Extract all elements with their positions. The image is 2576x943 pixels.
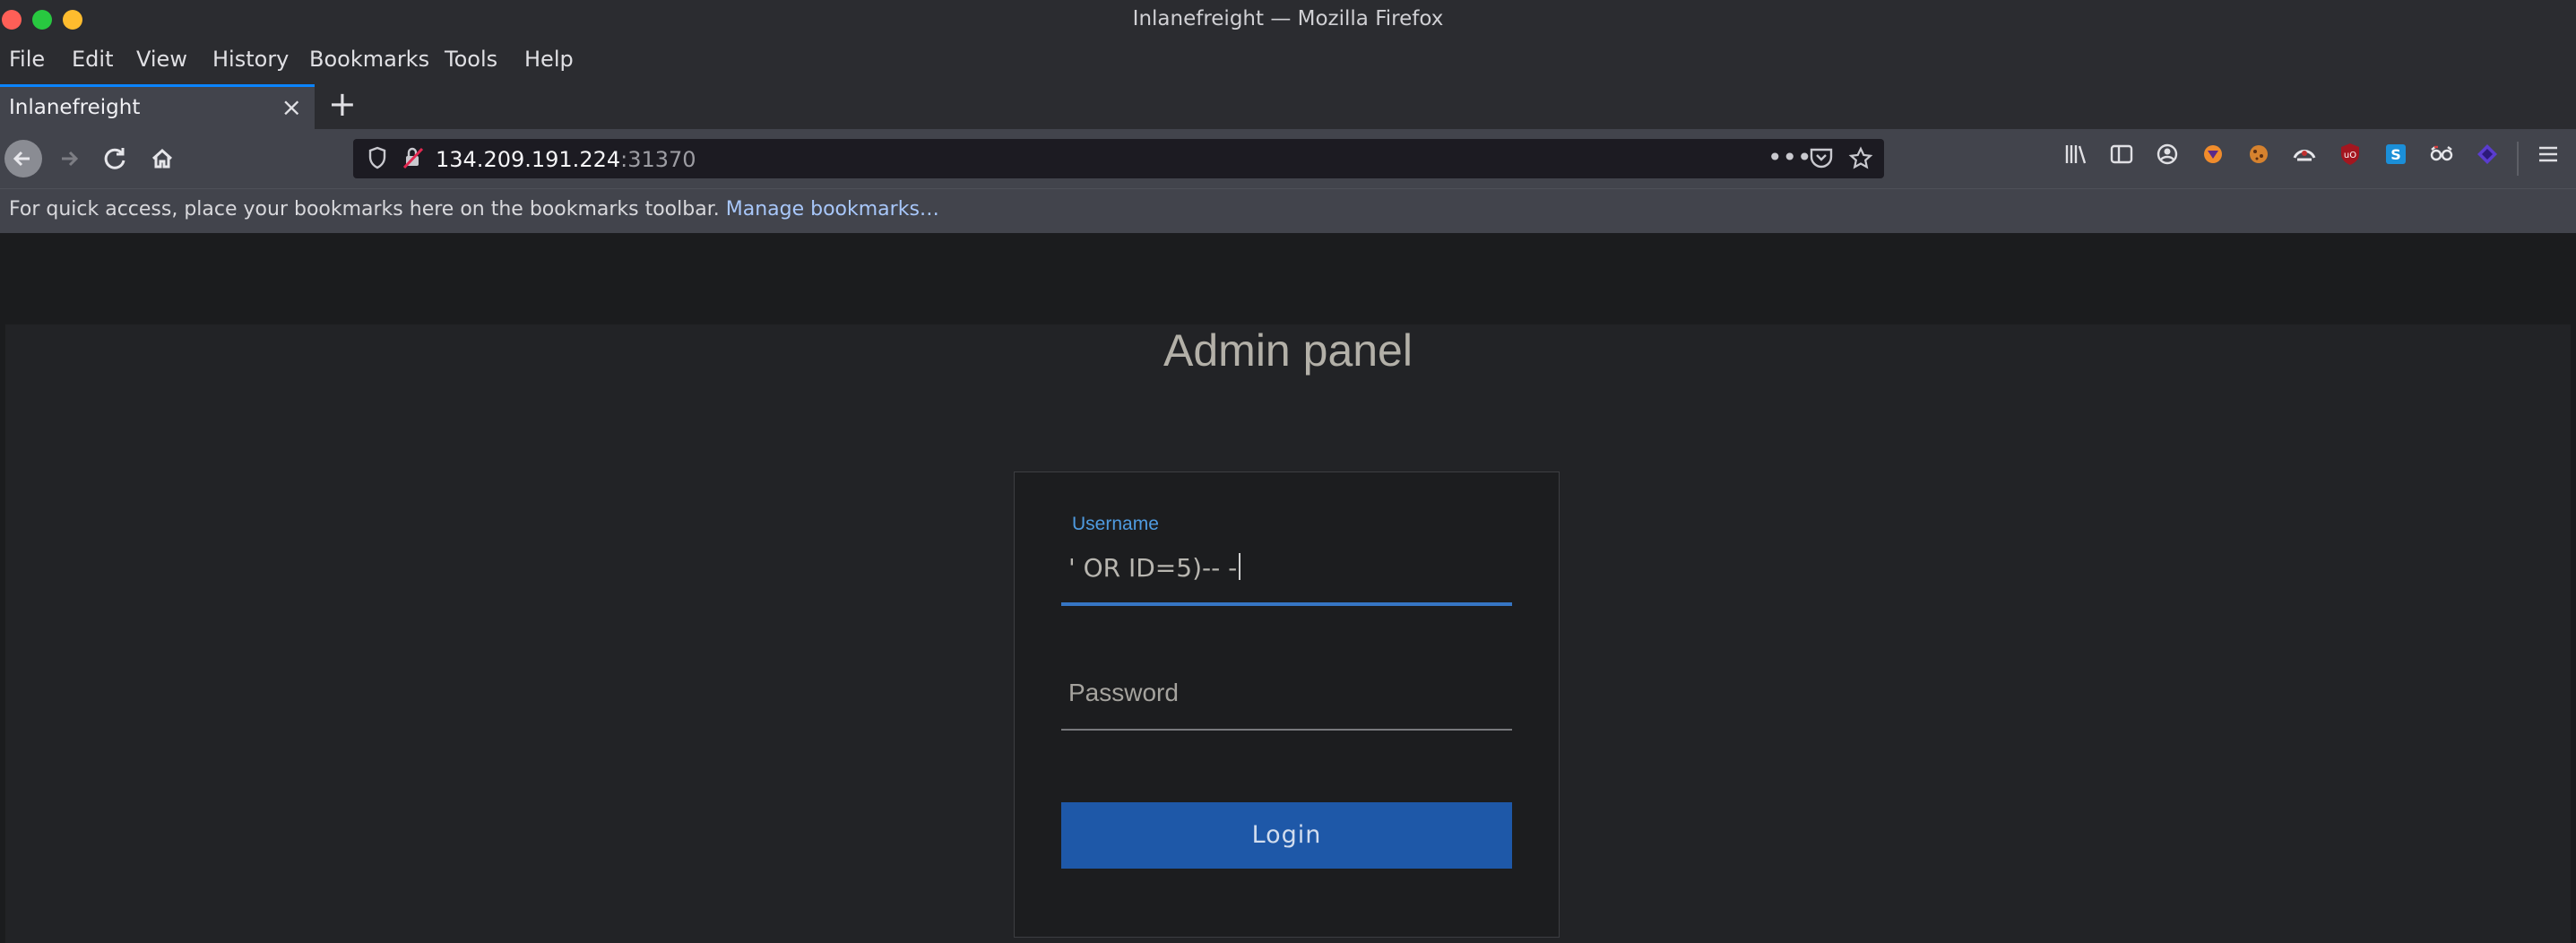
account-icon[interactable] [2152, 142, 2183, 174]
arrow-right-icon [62, 151, 79, 167]
window-titlebar: Inlanefreight — Mozilla Firefox [0, 0, 2576, 41]
tab-label: Inlanefreight [9, 96, 141, 119]
pocket-icon[interactable] [1809, 146, 1834, 175]
insecure-lock-icon[interactable] [402, 146, 425, 175]
back-button[interactable] [4, 140, 42, 177]
menu-help[interactable]: Help [524, 47, 574, 72]
arrow-left-icon [13, 151, 30, 167]
username-input[interactable]: ' OR ID=5)-- - [1068, 553, 1241, 583]
tab-inlanefreight[interactable]: Inlanefreight × [0, 84, 315, 129]
extension-glasses-icon[interactable] [2426, 142, 2457, 174]
password-underline [1061, 729, 1512, 731]
login-card: Username ' OR ID=5)-- - Password Login [1014, 472, 1560, 938]
close-tab-icon[interactable]: × [281, 92, 302, 122]
page-content: Admin panel Username ' OR ID=5)-- - Pass… [5, 324, 2571, 943]
url-bar[interactable]: 134.209.191.224:31370 ••• [353, 139, 1884, 178]
url-host: 134.209.191.224 [436, 147, 621, 172]
navigation-toolbar: 134.209.191.224:31370 ••• uO S [0, 129, 2576, 188]
menu-history[interactable]: History [212, 47, 289, 72]
bookmarks-hint: For quick access, place your bookmarks h… [9, 198, 939, 221]
menu-bookmarks[interactable]: Bookmarks [309, 47, 429, 72]
extension-cookie-icon[interactable] [2243, 142, 2274, 174]
username-label: Username [1072, 514, 1159, 534]
ublock-origin-icon[interactable]: uO [2335, 142, 2365, 174]
login-button[interactable]: Login [1061, 802, 1512, 869]
reload-icon [104, 148, 125, 169]
bookmarks-toolbar: For quick access, place your bookmarks h… [0, 188, 2576, 233]
menu-tools[interactable]: Tools [445, 47, 497, 72]
menu-view[interactable]: View [136, 47, 187, 72]
sidebar-icon[interactable] [2106, 142, 2137, 174]
extension-purple-icon[interactable] [2472, 142, 2503, 174]
text-cursor [1239, 553, 1241, 580]
extension-s-icon[interactable]: S [2381, 142, 2411, 174]
new-tab-button[interactable]: + [328, 86, 357, 122]
page-title: Admin panel [1163, 325, 1413, 376]
star-bookmark-icon[interactable] [1848, 146, 1873, 177]
menu-file[interactable]: File [9, 47, 45, 72]
home-icon [151, 148, 173, 169]
extension-wappalyzer-icon[interactable] [2289, 142, 2320, 174]
toolbar-separator [2517, 142, 2519, 176]
url-text[interactable]: 134.209.191.224:31370 [436, 147, 696, 172]
shield-icon[interactable] [367, 146, 387, 175]
window-title: Inlanefreight — Mozilla Firefox [1132, 7, 1444, 30]
page-actions-icon[interactable]: ••• [1768, 143, 1812, 172]
menu-edit[interactable]: Edit [72, 47, 113, 72]
home-button[interactable] [143, 140, 181, 177]
svg-text:uO: uO [2344, 151, 2356, 160]
svg-text:S: S [2390, 146, 2401, 163]
bookmarks-hint-text: For quick access, place your bookmarks h… [9, 198, 720, 221]
password-input[interactable]: Password [1068, 679, 1179, 707]
library-icon[interactable] [2062, 142, 2092, 174]
extension-fox-icon[interactable] [2198, 142, 2228, 174]
username-underline [1061, 602, 1512, 606]
menu-icon[interactable] [2533, 142, 2563, 174]
manage-bookmarks-link[interactable]: Manage bookmarks… [726, 198, 939, 221]
menubar: File Edit View History Bookmarks Tools H… [0, 41, 2576, 82]
forward-button[interactable] [50, 140, 88, 177]
url-port: :31370 [620, 147, 696, 172]
username-value: ' OR ID=5)-- - [1068, 553, 1238, 583]
reload-button[interactable] [97, 140, 134, 177]
tab-strip: Inlanefreight × + [0, 82, 2576, 129]
